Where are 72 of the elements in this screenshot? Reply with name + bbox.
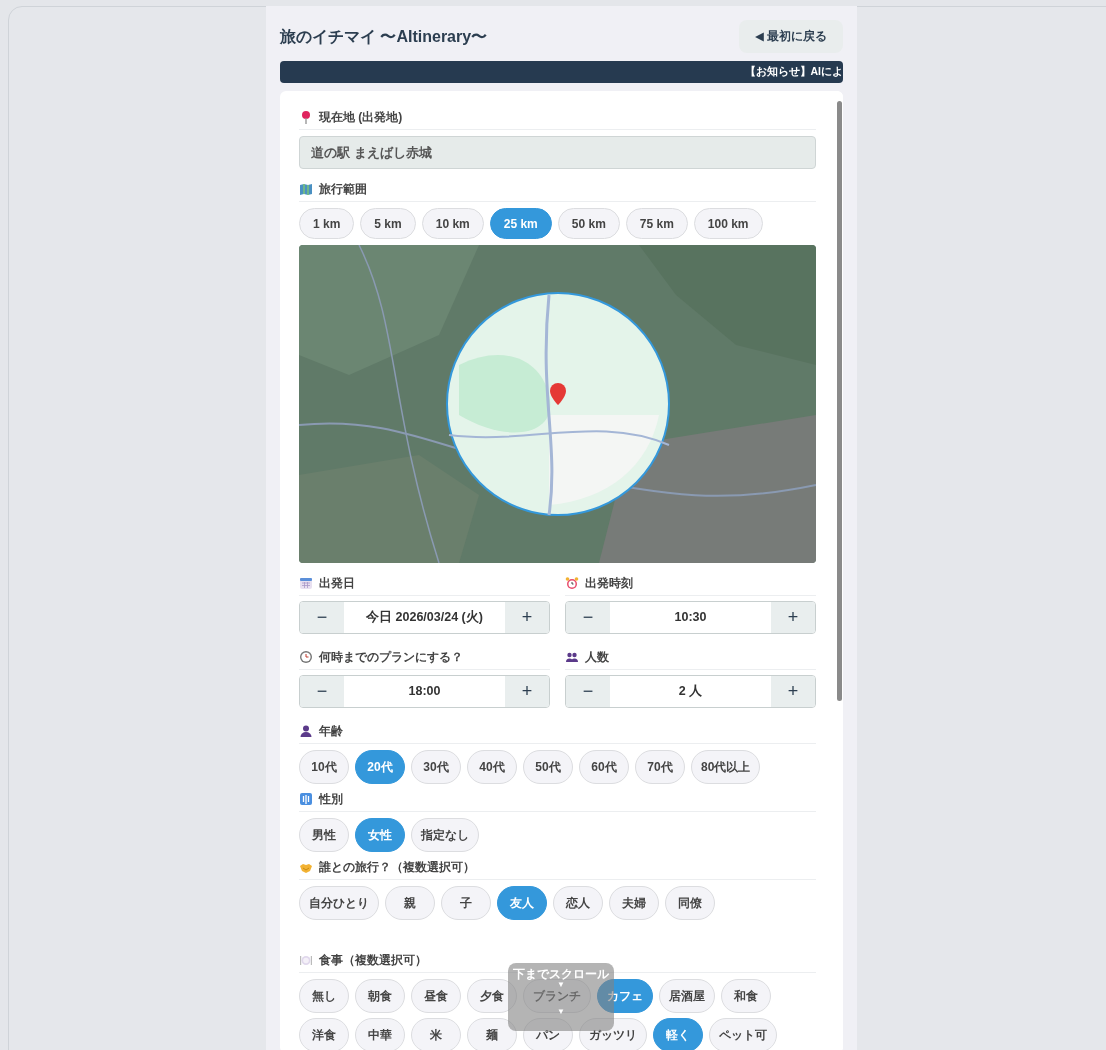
option-chip[interactable]: 10 km <box>421 208 484 240</box>
scrollbar-thumb[interactable] <box>837 101 842 702</box>
option-chip[interactable]: 10代 <box>299 750 349 785</box>
option-chip[interactable]: パン <box>523 1018 573 1050</box>
section-label: 出発時刻 <box>585 576 633 591</box>
decrement-button[interactable]: − <box>300 602 344 634</box>
notice-text: 【お知らせ】AIによ <box>744 64 843 80</box>
section-label: 食事（複数選択可） <box>319 953 427 968</box>
option-chip[interactable]: 1 km <box>299 208 355 240</box>
option-chip[interactable]: 親 <box>385 886 435 921</box>
map-icon <box>299 182 313 197</box>
increment-button[interactable]: + <box>505 676 549 708</box>
stepper-value: 2 人 <box>677 683 704 701</box>
decrement-button[interactable]: − <box>566 602 610 634</box>
section-label: 性別 <box>319 792 343 807</box>
option-chip[interactable]: 40代 <box>467 750 517 785</box>
option-chip[interactable]: 75 km <box>625 208 688 240</box>
alarm-clock-icon <box>565 576 579 591</box>
option-chip[interactable]: 居酒屋 <box>659 979 715 1014</box>
option-chip[interactable]: ガッツリ <box>579 1018 647 1050</box>
option-chip[interactable]: 同僚 <box>665 886 715 921</box>
option-chip[interactable]: 和食 <box>721 979 771 1014</box>
option-chip[interactable]: 100 km <box>693 208 763 240</box>
option-chip[interactable]: 無し <box>299 979 349 1014</box>
section-label: 旅行範囲 <box>319 182 367 197</box>
option-chip[interactable]: 夫婦 <box>609 886 659 921</box>
decrement-button[interactable]: − <box>300 676 344 708</box>
section-label: 何時までのプランにする？ <box>319 650 463 665</box>
option-chip[interactable]: 子 <box>441 886 491 921</box>
section-label: 現在地 (出発地) <box>319 110 403 125</box>
increment-button[interactable]: + <box>505 602 549 634</box>
calendar-icon <box>299 576 313 591</box>
option-chip[interactable]: 恋人 <box>553 886 603 921</box>
stepper-value: 今日 2026/03/24 (火) <box>365 609 484 627</box>
option-chip[interactable]: 指定なし <box>411 818 479 853</box>
down-arrow-icon: ▼ <box>557 981 565 990</box>
stepper-value: 10:30 <box>673 609 708 627</box>
scroll-hint-text: 下までスクロール <box>512 967 610 982</box>
option-chip[interactable]: 米 <box>411 1018 461 1050</box>
decrement-button[interactable]: − <box>566 676 610 708</box>
section-label: 出発日 <box>319 576 355 591</box>
option-chip[interactable]: 80代以上 <box>691 750 761 785</box>
option-chip[interactable]: 5 km <box>360 208 416 240</box>
option-chip[interactable]: 30代 <box>411 750 461 785</box>
option-chip[interactable]: 自分ひとり <box>299 886 379 921</box>
people-icon <box>565 650 579 665</box>
option-chip[interactable]: ペット可 <box>709 1018 777 1050</box>
section-label: 人数 <box>585 650 609 665</box>
option-chip[interactable]: 男性 <box>299 818 349 853</box>
stepper-value: 18:00 <box>407 683 442 701</box>
option-chip[interactable]: 中華 <box>355 1018 405 1050</box>
person-icon <box>299 724 313 739</box>
down-arrow-icon: ▼ <box>557 1008 565 1017</box>
option-chip[interactable]: 昼食 <box>411 979 461 1014</box>
increment-button[interactable]: + <box>771 676 815 708</box>
increment-button[interactable]: + <box>771 602 815 634</box>
option-chip[interactable]: 70代 <box>635 750 685 785</box>
section-label: 年齢 <box>319 724 343 739</box>
option-chip[interactable]: 洋食 <box>299 1018 349 1050</box>
pin-icon <box>299 110 313 125</box>
clock-icon <box>299 650 313 665</box>
section-label: 誰との旅行？（複数選択可） <box>319 860 475 875</box>
option-chip[interactable]: 50 km <box>557 208 620 240</box>
option-chip[interactable]: 60代 <box>579 750 629 785</box>
option-chip[interactable]: 麺 <box>467 1018 517 1050</box>
location-field[interactable]: 道の駅 まえばし赤城 <box>299 136 816 170</box>
plate-icon <box>299 953 313 968</box>
app-title: 旅のイチマイ 〜AItinerary〜 <box>280 27 488 47</box>
option-chip[interactable]: 夕食 <box>467 979 517 1014</box>
option-chip[interactable]: 朝食 <box>355 979 405 1014</box>
back-button[interactable]: ◀ 最初に戻る <box>738 20 843 54</box>
option-chip[interactable]: 50代 <box>523 750 573 785</box>
